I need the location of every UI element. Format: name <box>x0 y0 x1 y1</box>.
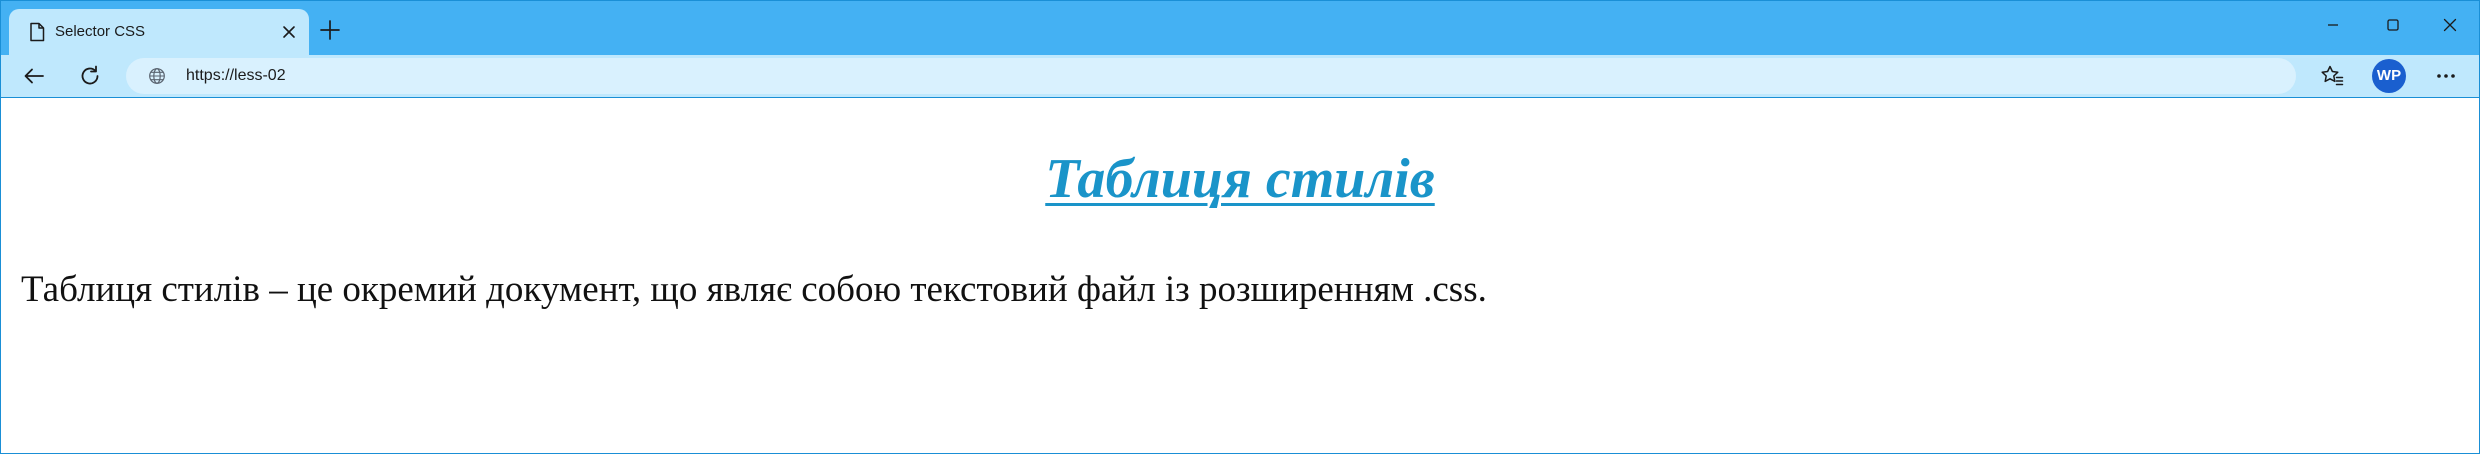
plus-icon[interactable] <box>317 17 343 43</box>
tab-selector-css[interactable]: Selector CSS <box>9 9 309 55</box>
profile-avatar[interactable]: WP <box>2372 59 2406 93</box>
address-url: https://less-02 <box>186 67 286 84</box>
tab-title: Selector CSS <box>55 23 146 40</box>
page-icon <box>30 22 45 42</box>
address-bar[interactable]: https://less-02 <box>126 58 2296 94</box>
refresh-icon[interactable] <box>76 62 104 90</box>
back-arrow-icon[interactable] <box>20 62 48 90</box>
profile-initials: WP <box>2376 67 2402 84</box>
tab-strip: Selector CSS <box>1 1 2479 55</box>
globe-icon[interactable] <box>148 67 166 85</box>
close-icon[interactable] <box>279 22 299 42</box>
toolbar: https://less-02 WP <box>1 55 2479 97</box>
minimize-icon[interactable] <box>2321 13 2345 37</box>
more-dots-icon[interactable] <box>2432 62 2460 90</box>
page-heading: Таблиця стилів <box>1045 148 1435 210</box>
favorites-star-icon[interactable] <box>2318 62 2346 90</box>
page-content: Таблиця стилів Таблиця стилів – це окрем… <box>1 98 2479 453</box>
page-paragraph: Таблиця стилів – це окремий документ, що… <box>21 269 1487 310</box>
maximize-icon[interactable] <box>2381 13 2405 37</box>
browser-window: Selector CSS https://less-02 WP Таблиця … <box>0 0 2480 454</box>
window-close-icon[interactable] <box>2438 13 2462 37</box>
